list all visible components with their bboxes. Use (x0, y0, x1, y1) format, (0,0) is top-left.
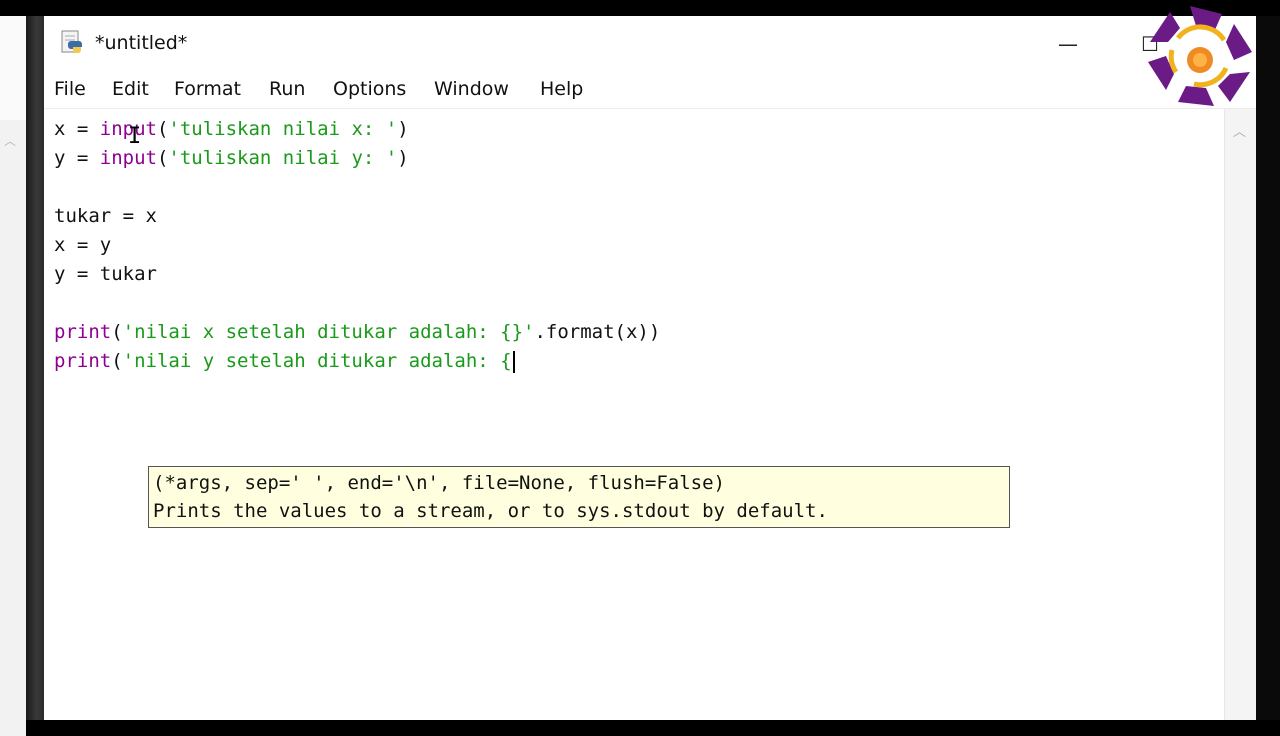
string-literal: 'tuliskan nilai y: ' (168, 147, 398, 169)
string-literal: 'nilai y setelah ditukar adalah: { (122, 350, 512, 372)
code-line-6: y = tukar (54, 263, 157, 285)
code-text: x = (54, 118, 100, 140)
vertical-scrollbar[interactable]: ︿ (1224, 109, 1256, 720)
menu-bar: File Edit Format Run Options Window Help (44, 74, 1256, 109)
menu-file[interactable]: File (54, 78, 86, 100)
background-window-body (0, 120, 26, 736)
string-literal: 'tuliskan nilai x: ' (168, 118, 398, 140)
code-text: y = (54, 147, 100, 169)
builtin-keyword: print (54, 350, 112, 372)
screen-bezel-top (0, 0, 1280, 16)
menu-format[interactable]: Format (174, 78, 241, 100)
window-title: *untitled* (95, 32, 188, 54)
code-text: ( (111, 350, 123, 372)
code-editor[interactable]: x = input('tuliskan nilai x: ') y = inpu… (44, 109, 1224, 720)
code-line-1: x = input('tuliskan nilai x: ') (54, 116, 409, 142)
menu-run[interactable]: Run (269, 78, 305, 100)
window-shadow-edge (26, 16, 44, 720)
python-idle-icon (61, 30, 82, 53)
menu-help[interactable]: Help (540, 78, 583, 100)
code-line-2: y = input('tuliskan nilai y: ') (54, 145, 409, 171)
code-line-9: print('nilai y setelah ditukar adalah: { (54, 348, 515, 374)
code-line-8: print('nilai x setelah ditukar adalah: {… (54, 319, 660, 345)
builtin-keyword: input (99, 147, 157, 169)
code-text: ) (397, 118, 409, 140)
i-beam-cursor-icon: I (128, 124, 142, 149)
scroll-up-arrow-icon: ︿ (3, 134, 16, 148)
code-line-4: tukar = x (54, 205, 157, 227)
string-literal: 'nilai x setelah ditukar adalah: {}' (122, 321, 535, 343)
code-line-5: x = y (54, 234, 112, 256)
code-text: ( (111, 321, 123, 343)
code-text: ( (156, 147, 169, 169)
calltip-docstring: Prints the values to a stream, or to sys… (153, 500, 828, 522)
code-text: .format(x)) (534, 321, 661, 343)
menu-window[interactable]: Window (434, 78, 509, 100)
minimize-button[interactable]: — (1048, 30, 1088, 58)
title-bar[interactable]: *untitled* — ☐ (44, 16, 1256, 74)
text-caret (512, 350, 515, 373)
calltip-tooltip: (*args, sep=' ', end='\n', file=None, fl… (148, 466, 1010, 528)
calltip-signature: (*args, sep=' ', end='\n', file=None, fl… (153, 472, 725, 494)
scroll-up-arrow-icon[interactable]: ︿ (1233, 121, 1246, 140)
code-text: ) (397, 147, 409, 169)
code-text: ( (156, 118, 169, 140)
background-window-edge: ︿ (0, 16, 26, 736)
purple-orange-emblem-logo (1148, 6, 1252, 106)
menu-options[interactable]: Options (333, 78, 406, 100)
builtin-keyword: print (54, 321, 112, 343)
menu-edit[interactable]: Edit (112, 78, 149, 100)
idle-editor-window: *untitled* — ☐ File Edit Format Run Opti… (26, 16, 1256, 720)
screen-bezel-right (1256, 16, 1280, 720)
